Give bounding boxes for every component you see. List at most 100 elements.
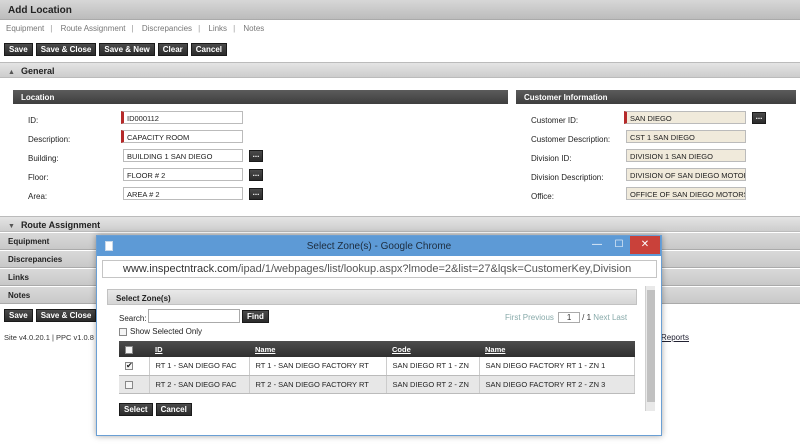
area-label: Area: [28, 192, 48, 201]
tab-discrepancies[interactable]: Discrepancies [142, 24, 192, 33]
tab-notes[interactable]: Notes [243, 24, 264, 33]
page-total: / 1 [582, 313, 592, 322]
cell-name: RT 2 - SAN DIEGO FACTORY RT [249, 375, 387, 394]
building-field[interactable]: BUILDING 1 SAN DIEGO [123, 149, 243, 162]
save-button[interactable]: Save [4, 43, 33, 56]
url-host: www.inspectntrack.com [123, 263, 238, 275]
floor-lookup-button[interactable]: ... [249, 169, 263, 181]
popup-scrollbar[interactable] [645, 286, 655, 411]
customer-description-field: CST 1 SAN DIEGO [626, 130, 746, 143]
division-description-label: Division Description: [531, 173, 604, 182]
popup-cancel-button[interactable]: Cancel [155, 403, 192, 416]
pager-next[interactable]: Next [593, 313, 609, 322]
page-number-input[interactable]: 1 [558, 312, 581, 323]
customer-id-label: Customer ID: [531, 116, 579, 125]
popup-title-bar[interactable]: Select Zone(s) - Google Chrome — ☐ ✕ [97, 236, 661, 256]
customer-description-label: Customer Description: [531, 135, 611, 144]
select-all-checkbox[interactable] [125, 345, 133, 354]
customer-id-field[interactable]: SAN DIEGO [624, 111, 746, 124]
route-assignment-title: Route Assignment [20, 220, 101, 230]
popup-title: Select Zone(s) - Google Chrome [306, 241, 452, 252]
cell-name: RT 1 - SAN DIEGO FACTORY RT [249, 357, 387, 376]
close-icon[interactable]: ✕ [630, 236, 660, 254]
maximize-icon[interactable]: ☐ [608, 236, 630, 254]
select-button[interactable]: Select [119, 403, 153, 416]
tab-separator: | [131, 24, 134, 33]
building-lookup-button[interactable]: ... [249, 150, 263, 162]
table-row[interactable]: ✔ RT 1 - SAN DIEGO FAC RT 1 - SAN DIEGO … [119, 357, 635, 376]
description-label: Description: [28, 135, 71, 144]
column-name[interactable]: Name [249, 341, 386, 357]
tab-separator: | [50, 24, 53, 33]
division-id-label: Division ID: [531, 154, 572, 163]
save-close-button-bottom[interactable]: Save & Close [35, 309, 97, 322]
search-label: Search: [119, 314, 147, 323]
pager-previous[interactable]: Previous [523, 313, 554, 322]
floor-label: Floor: [28, 173, 49, 182]
route-assignment-section-header[interactable]: ▼ Route Assignment [0, 216, 800, 232]
find-button[interactable]: Find [242, 310, 269, 323]
address-bar[interactable]: www.inspectntrack.com/ipad/1/webpages/li… [102, 260, 657, 278]
scrollbar-thumb[interactable] [647, 290, 655, 402]
collapse-triangle-icon: ▲ [8, 69, 15, 76]
tab-separator: | [198, 24, 201, 33]
tab-links: Equipment | Route Assignment | Discrepanci… [0, 24, 800, 38]
cell-id: RT 2 - SAN DIEGO FAC [149, 375, 250, 394]
pager-first[interactable]: First [505, 313, 521, 322]
window-title: Add Location [0, 0, 800, 20]
select-zones-popup: Select Zone(s) - Google Chrome — ☐ ✕ www… [96, 235, 662, 436]
popup-body: Select Zone(s) Search: Find First Previo… [107, 286, 643, 431]
cell-name-2: SAN DIEGO FACTORY RT 2 - ZN 3 [479, 375, 635, 394]
cell-code: SAN DIEGO RT 1 - ZN [386, 357, 480, 376]
column-id[interactable]: ID [149, 341, 249, 357]
tab-route-assignment[interactable]: Route Assignment [61, 24, 126, 33]
division-id-field: DIVISION 1 SAN DIEGO [626, 149, 746, 162]
tab-links[interactable]: Links [208, 24, 227, 33]
tab-separator: | [233, 24, 236, 33]
general-title: General [20, 66, 55, 76]
table-row[interactable]: RT 2 - SAN DIEGO FAC RT 2 - SAN DIEGO FA… [119, 375, 635, 394]
cancel-button[interactable]: Cancel [190, 43, 227, 56]
pager: First Previous 1/ 1 Next Last [505, 312, 627, 323]
top-toolbar: Save Save & Close Save & New Clear Cance… [4, 43, 227, 56]
division-description-field: DIVISION OF SAN DIEGO MOTOR [626, 168, 746, 181]
area-field[interactable]: AREA # 2 [123, 187, 243, 200]
office-field: OFFICE OF SAN DIEGO MOTORS [626, 187, 746, 200]
pager-last[interactable]: Last [612, 313, 627, 322]
column-code[interactable]: Code [386, 341, 479, 357]
site-version: Site v4.0.20.1 | PPC v1.0.8 [4, 333, 94, 342]
url-path: /ipad/1/webpages/list/lookup.aspx?lmode=… [237, 263, 632, 275]
clear-button[interactable]: Clear [157, 43, 188, 56]
description-field[interactable]: CAPACITY ROOM [121, 130, 243, 143]
id-label: ID: [28, 116, 39, 125]
save-button-bottom[interactable]: Save [4, 309, 33, 322]
select-all-cell [119, 341, 149, 357]
cell-id: RT 1 - SAN DIEGO FAC [149, 357, 250, 376]
office-label: Office: [531, 192, 554, 201]
floor-field[interactable]: FLOOR # 2 [123, 168, 243, 181]
select-zones-header: Select Zone(s) [107, 289, 637, 305]
general-section-header[interactable]: ▲ General [0, 62, 800, 78]
customer-lookup-button[interactable]: ... [752, 112, 766, 124]
building-label: Building: [28, 154, 59, 163]
column-name-2[interactable]: Name [479, 341, 635, 357]
row-checkbox-checked[interactable]: ✔ [125, 362, 133, 371]
save-close-button[interactable]: Save & Close [35, 43, 97, 56]
zone-table: ID Name Code Name ✔ RT 1 - SAN DIEGO FAC… [119, 341, 635, 394]
collapse-triangle-icon: ▼ [8, 223, 15, 230]
show-selected-only-toggle[interactable]: Show Selected Only [119, 327, 202, 336]
table-header-row: ID Name Code Name [119, 341, 635, 357]
popup-action-buttons: Select Cancel [119, 403, 192, 416]
tab-equipment[interactable]: Equipment [6, 24, 44, 33]
search-input[interactable] [148, 309, 240, 323]
row-checkbox[interactable] [125, 380, 133, 389]
reports-link[interactable]: Reports [661, 333, 689, 342]
row-checkbox-cell [119, 375, 150, 394]
id-field[interactable]: ID000112 [121, 111, 243, 124]
area-lookup-button[interactable]: ... [249, 188, 263, 200]
row-checkbox-cell: ✔ [119, 357, 150, 376]
save-new-button[interactable]: Save & New [99, 43, 155, 56]
minimize-icon[interactable]: — [586, 236, 608, 254]
customer-panel-header: Customer Information [516, 90, 796, 104]
show-selected-checkbox[interactable] [119, 327, 127, 336]
